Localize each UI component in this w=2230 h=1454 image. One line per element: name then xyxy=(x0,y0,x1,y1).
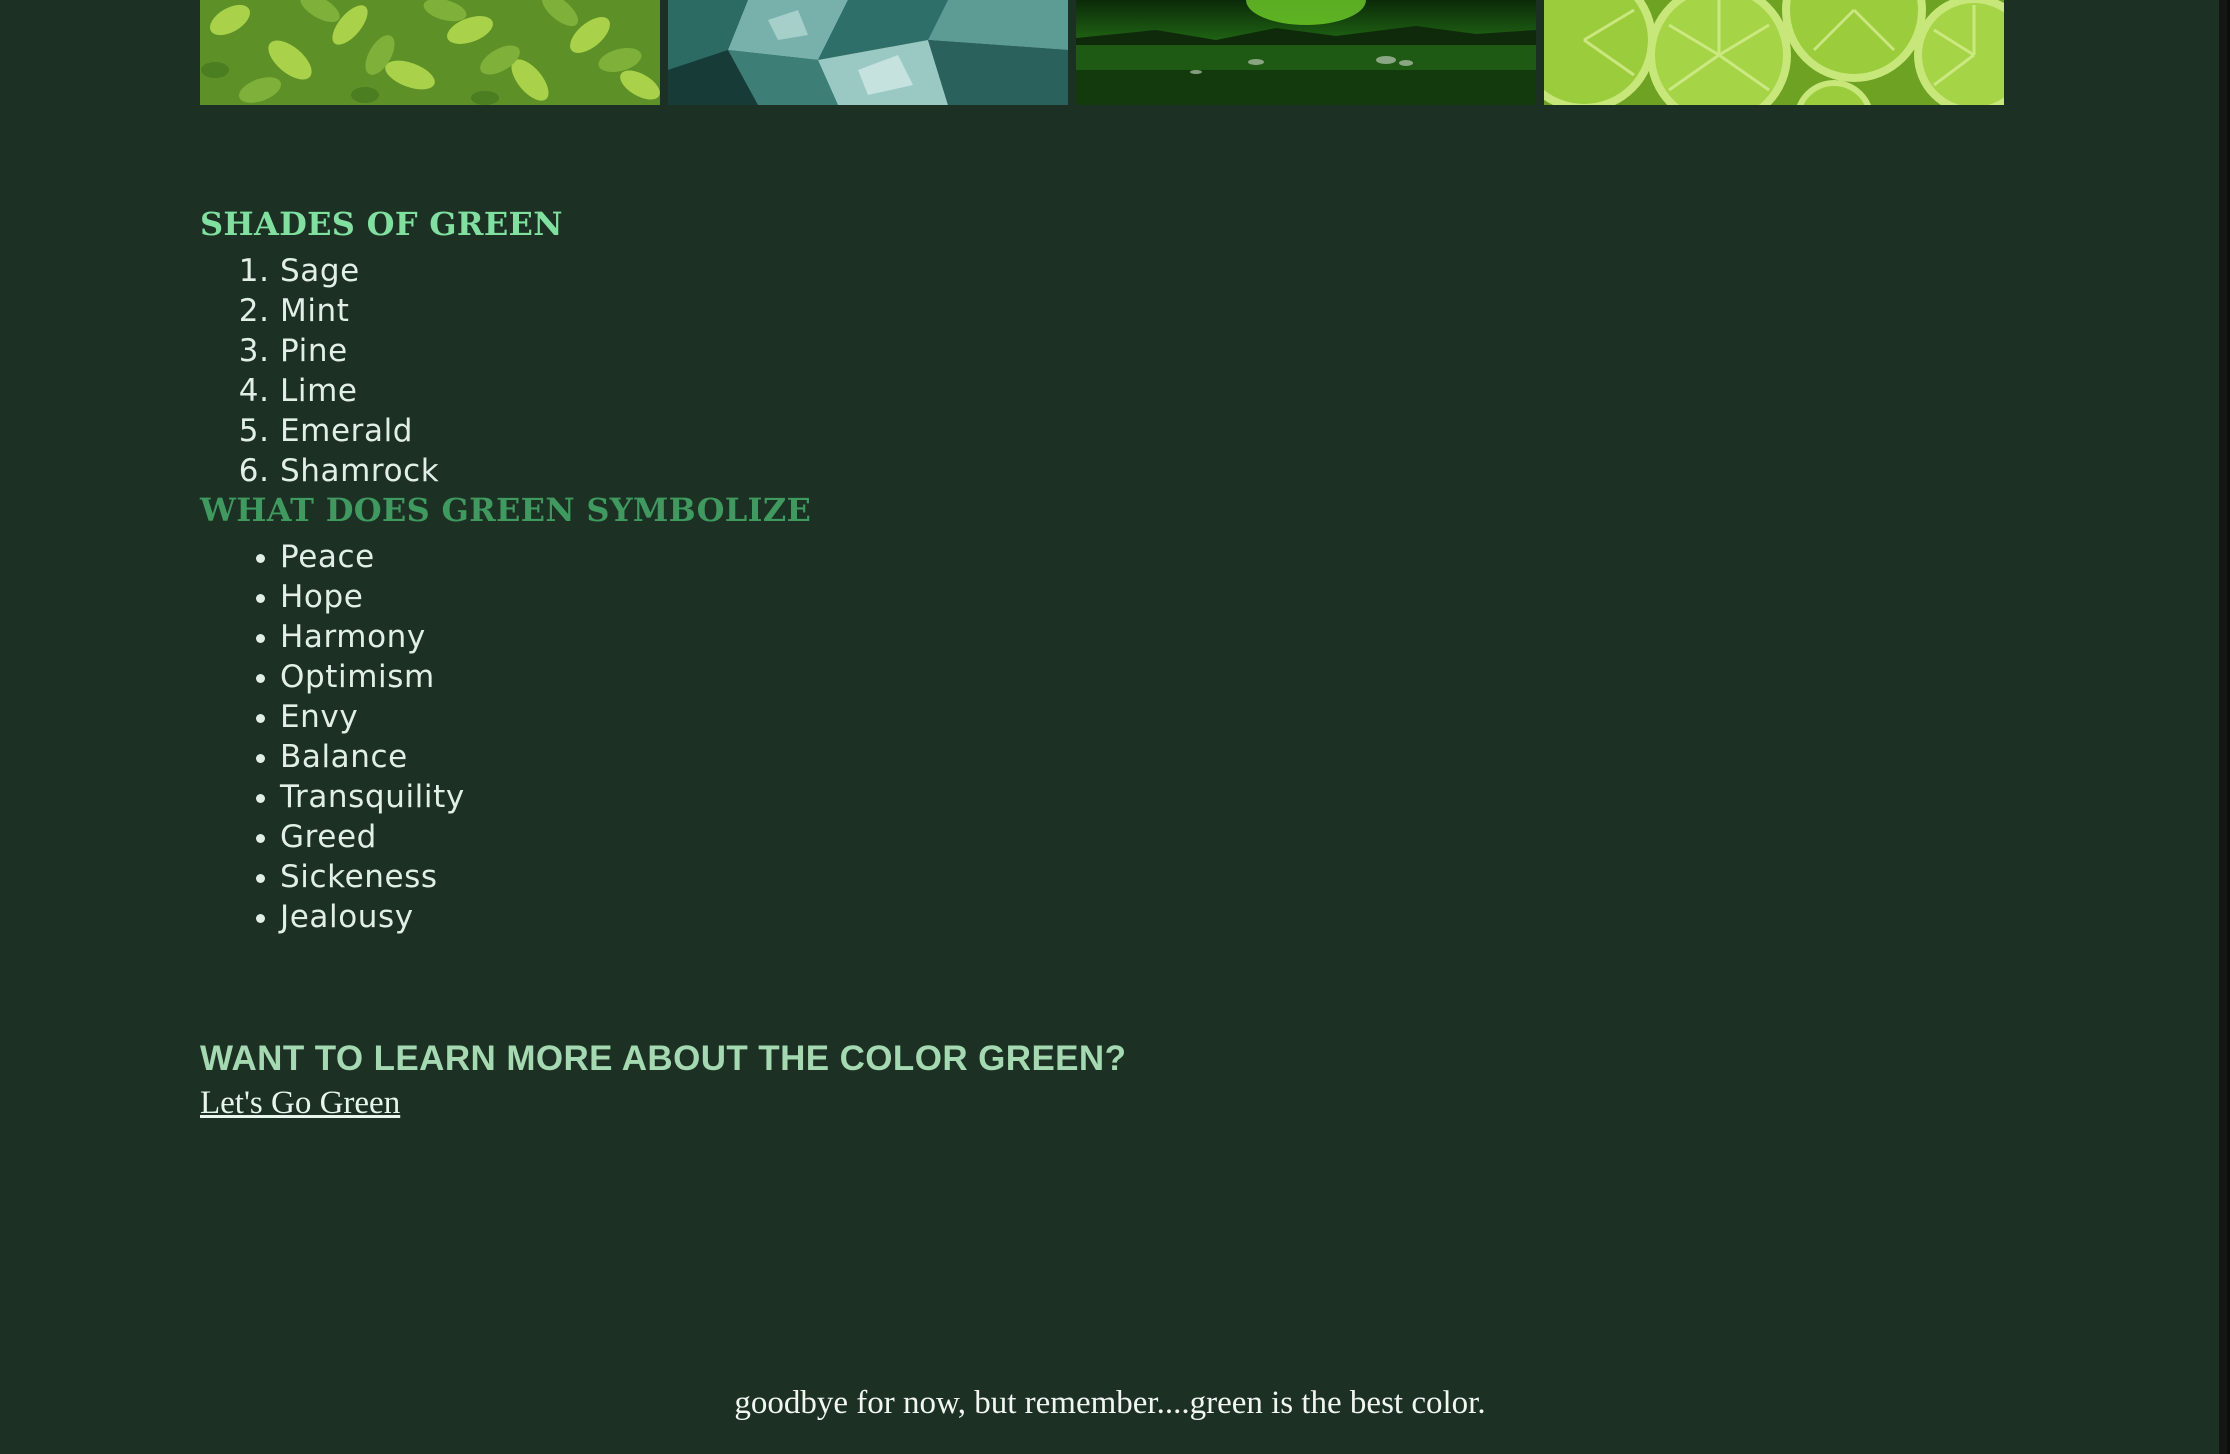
list-item: Pine xyxy=(280,331,2100,371)
image-gallery xyxy=(200,0,2004,105)
aurora-lake-image xyxy=(1076,0,1536,105)
leaves-image xyxy=(200,0,660,105)
list-item: Shamrock xyxy=(280,451,2100,491)
list-item: Envy xyxy=(280,697,2100,737)
list-item: Balance xyxy=(280,737,2100,777)
symbolize-heading: WHAT DOES GREEN SYMBOLIZE xyxy=(200,491,812,529)
list-item: Sage xyxy=(280,251,2100,291)
main-content: SHADES OF GREEN Sage Mint Pine Lime Emer… xyxy=(200,205,2100,1122)
list-item: Harmony xyxy=(280,617,2100,657)
page: SHADES OF GREEN Sage Mint Pine Lime Emer… xyxy=(0,0,2230,1454)
list-item: Hope xyxy=(280,577,2100,617)
list-item: Lime xyxy=(280,371,2100,411)
list-item: Transquility xyxy=(280,777,2100,817)
lime-slices-image xyxy=(1544,0,2004,105)
learn-more-heading: WANT TO LEARN MORE ABOUT THE COLOR GREEN… xyxy=(200,1039,1127,1078)
list-item: Mint xyxy=(280,291,2100,331)
window-edge xyxy=(2219,0,2227,1454)
footer-text: goodbye for now, but remember....green i… xyxy=(734,1385,1486,1421)
list-item: Jealousy xyxy=(280,897,2100,937)
list-item: Sickeness xyxy=(280,857,2100,897)
list-item: Greed xyxy=(280,817,2100,857)
lets-go-green-link[interactable]: Let's Go Green xyxy=(200,1085,400,1121)
shades-list: Sage Mint Pine Lime Emerald Shamrock xyxy=(200,251,2100,491)
list-item: Peace xyxy=(280,537,2100,577)
symbolize-list: Peace Hope Harmony Optimism Envy Balance… xyxy=(200,537,2100,937)
list-item: Emerald xyxy=(280,411,2100,451)
shades-heading: SHADES OF GREEN xyxy=(200,205,563,243)
list-item: Optimism xyxy=(280,657,2100,697)
glass-image xyxy=(668,0,1068,105)
